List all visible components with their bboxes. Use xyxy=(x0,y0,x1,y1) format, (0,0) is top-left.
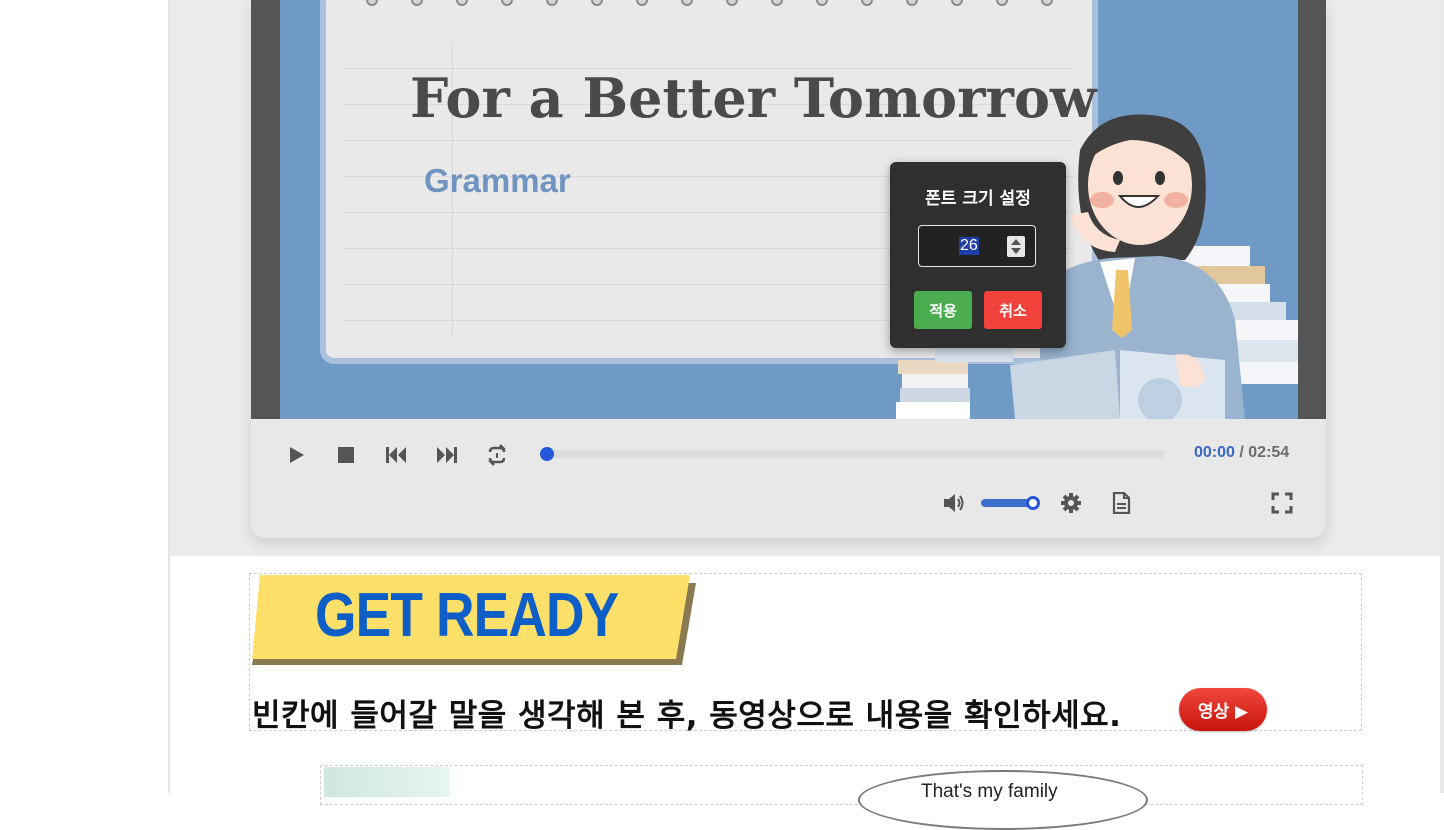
student-illustration xyxy=(896,114,1298,419)
settings-icon[interactable] xyxy=(1056,488,1086,518)
previous-icon[interactable] xyxy=(381,440,411,470)
volume-slider-handle[interactable] xyxy=(1026,496,1040,510)
video-player: For a Better Tomorrow Grammar 00:00 / 02… xyxy=(251,0,1326,538)
progress-track[interactable] xyxy=(547,450,1165,458)
font-size-input[interactable]: 26 xyxy=(918,225,1036,267)
volume-icon[interactable] xyxy=(939,488,969,518)
stop-icon[interactable] xyxy=(331,440,361,470)
video-canvas[interactable]: For a Better Tomorrow Grammar xyxy=(280,0,1298,419)
document-icon[interactable] xyxy=(1106,488,1136,518)
font-size-dialog: 폰트 크기 설정 26 적용 취소 xyxy=(890,162,1066,348)
play-icon[interactable] xyxy=(281,440,311,470)
speech-bubble-text: That's my family xyxy=(921,781,1058,802)
time-separator: / xyxy=(1234,444,1249,461)
font-size-stepper[interactable] xyxy=(1007,236,1025,257)
video-subtitle: Grammar xyxy=(424,162,571,199)
get-ready-title: GET READY xyxy=(315,581,619,650)
video-button[interactable]: 영상 ▶ xyxy=(1179,688,1267,731)
font-size-value[interactable]: 26 xyxy=(959,237,979,255)
progress-handle[interactable] xyxy=(540,447,554,461)
cancel-button[interactable]: 취소 xyxy=(984,291,1042,329)
left-gutter xyxy=(0,0,168,793)
player-controls: 00:00 / 02:54 xyxy=(251,419,1326,538)
current-time: 00:00 xyxy=(1194,444,1235,461)
dialogue-section xyxy=(320,765,1363,805)
time-display: 00:00 / 02:54 xyxy=(1194,444,1289,462)
instruction-text: 빈칸에 들어갈 말을 생각해 본 후, 동영상으로 내용을 확인하세요. xyxy=(252,698,1122,734)
next-icon[interactable] xyxy=(432,440,462,470)
font-size-dialog-title: 폰트 크기 설정 xyxy=(925,189,1031,209)
repeat-icon[interactable] xyxy=(482,440,512,470)
video-title: For a Better Tomorrow xyxy=(410,66,1097,130)
total-duration: 02:54 xyxy=(1248,444,1290,461)
video-frame[interactable]: For a Better Tomorrow Grammar xyxy=(251,0,1326,419)
scrollbar-edge[interactable] xyxy=(1440,0,1444,793)
fullscreen-icon[interactable] xyxy=(1267,488,1297,518)
stepper-arrows-icon[interactable] xyxy=(1007,236,1025,257)
apply-button[interactable]: 적용 xyxy=(914,291,972,329)
